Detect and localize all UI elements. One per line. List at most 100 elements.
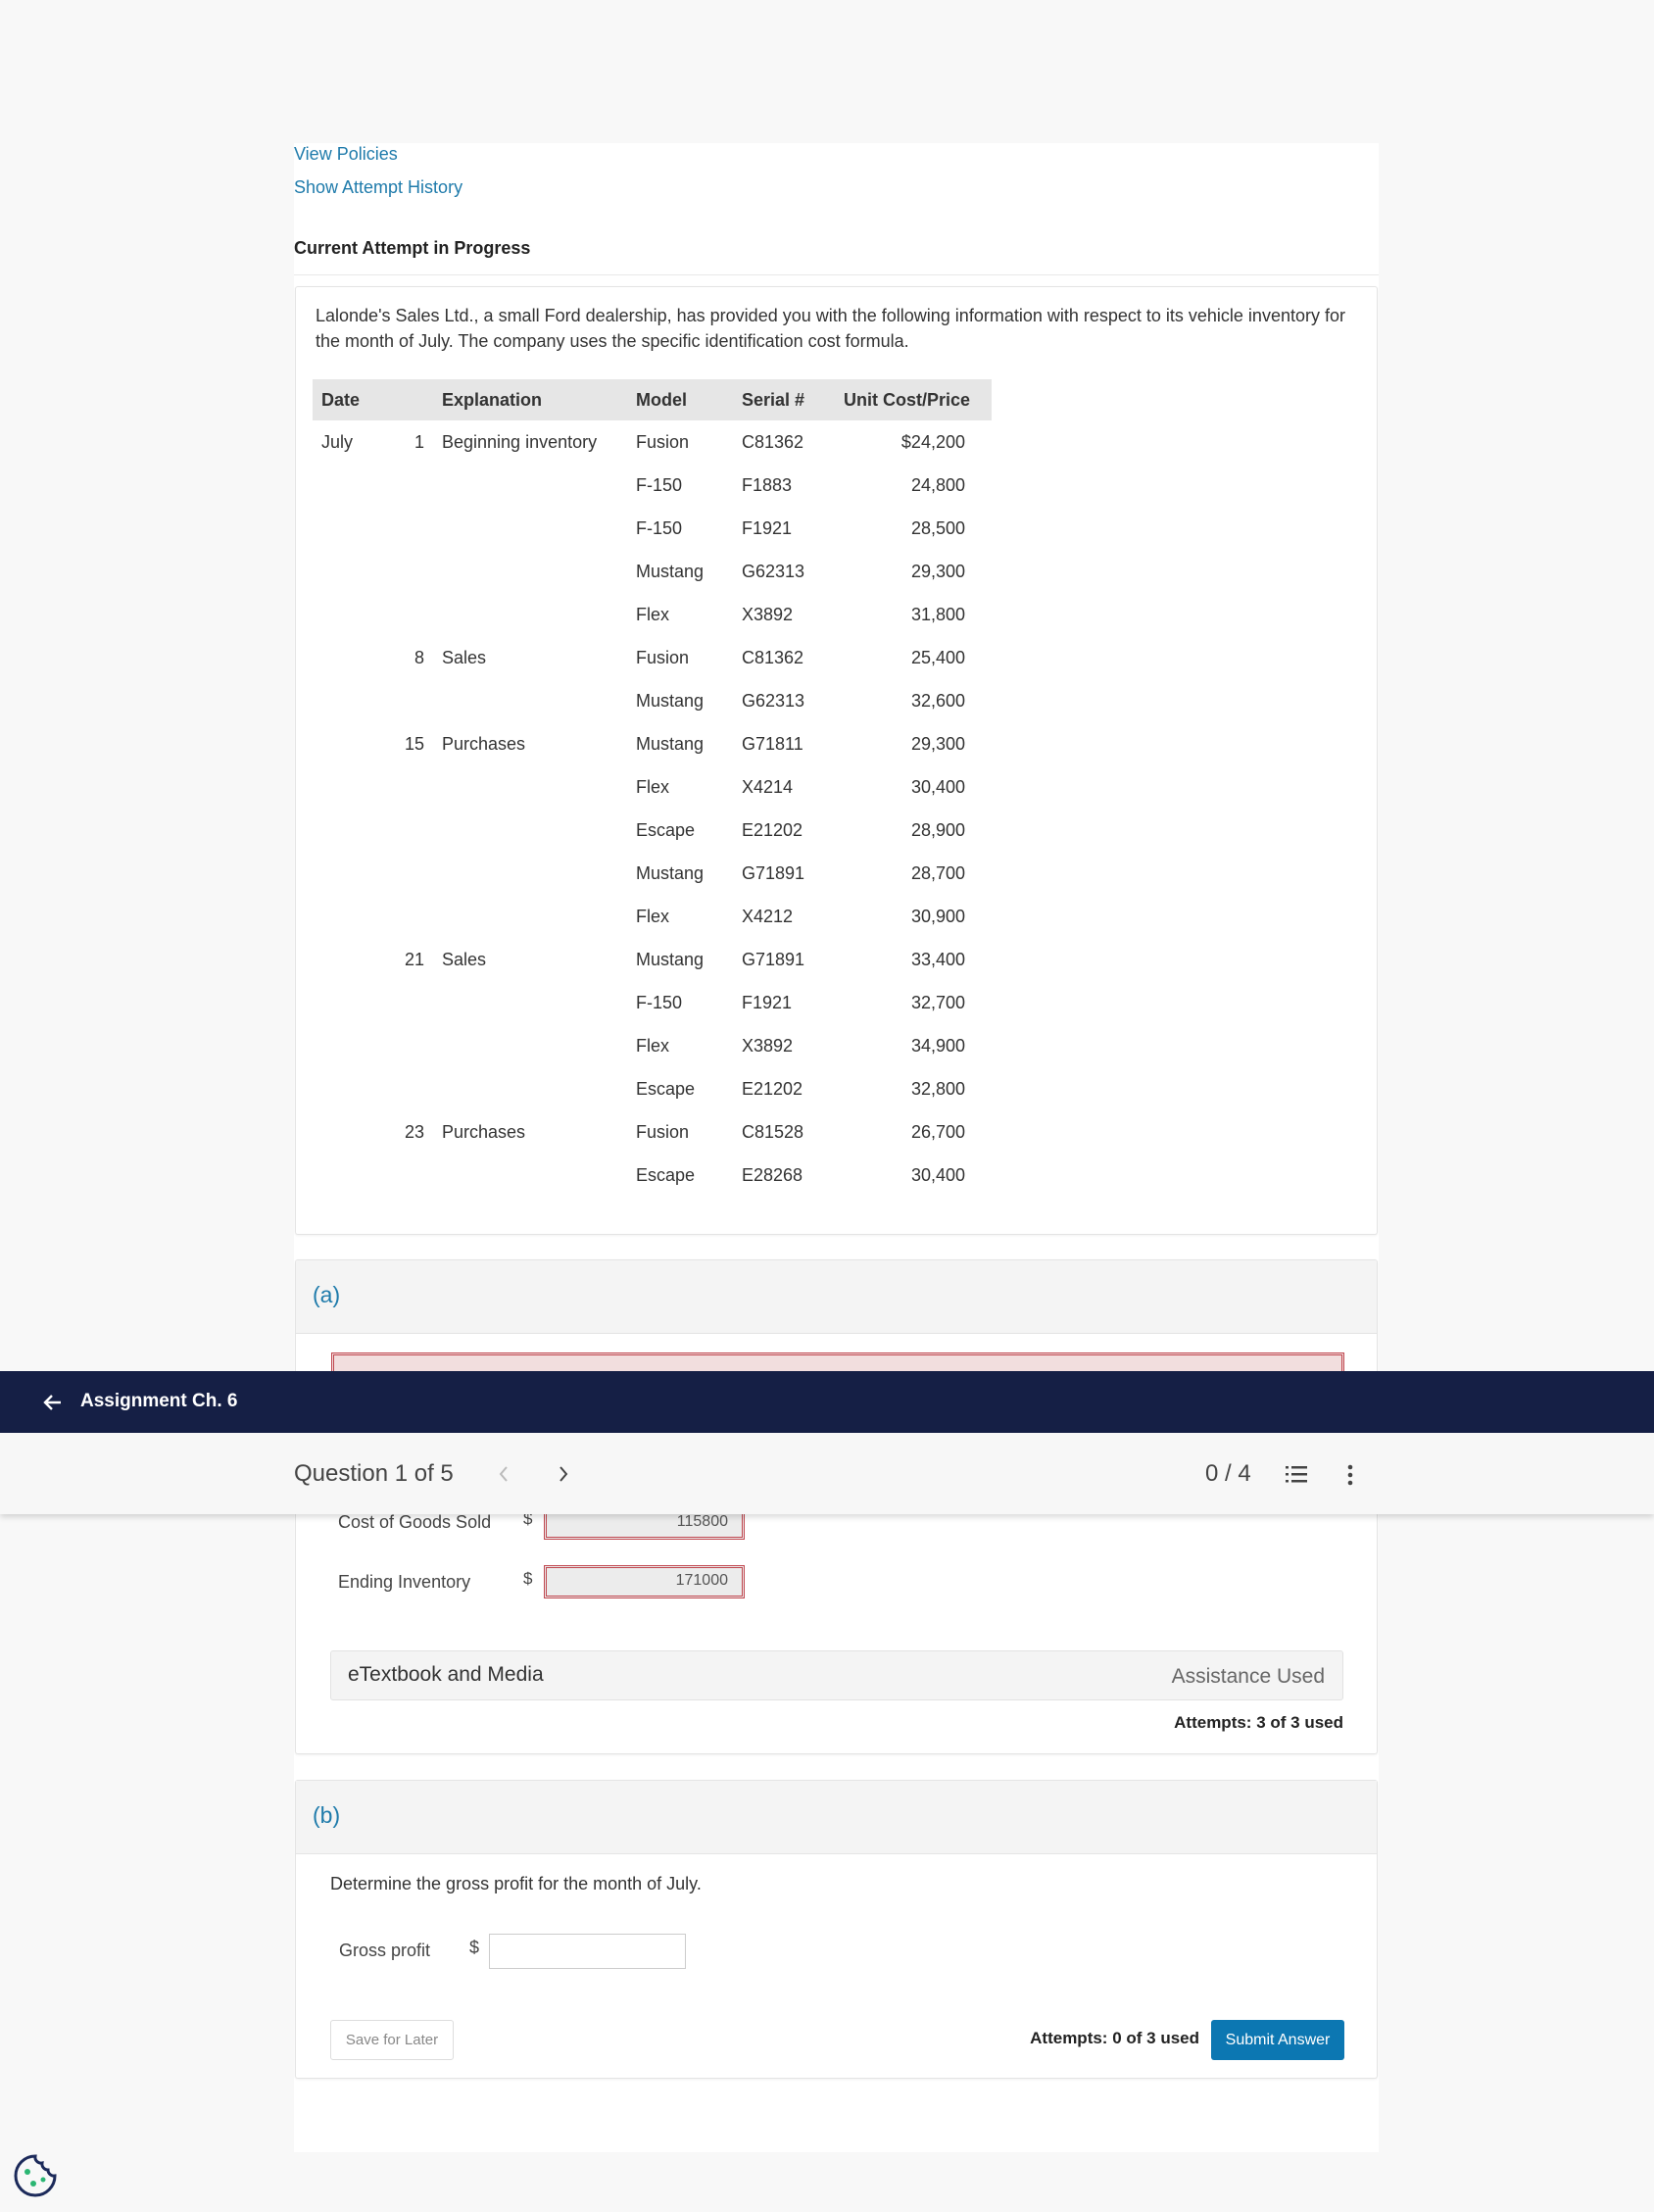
ending-inventory-label: Ending Inventory: [338, 1572, 471, 1592]
chevron-left-icon[interactable]: [498, 1464, 510, 1484]
row-serial: F1921: [742, 517, 793, 538]
row-explanation: [433, 1024, 627, 1067]
row-model: Fusion: [636, 647, 690, 667]
row-explanation: [433, 1154, 627, 1197]
gross-profit-input[interactable]: [489, 1934, 686, 1969]
row-explanation: Sales: [442, 647, 487, 667]
row-model: Fusion: [636, 431, 690, 452]
row-explanation: [433, 464, 627, 507]
ending-inventory-input[interactable]: 171000: [544, 1565, 745, 1598]
row-serial: X4214: [742, 776, 794, 797]
row-unit-cost: 30,400: [910, 776, 965, 797]
col-explanation: Explanation: [433, 379, 627, 420]
row-unit-cost: 31,800: [910, 604, 965, 624]
row-model: Escape: [636, 819, 696, 840]
row-serial: G62313: [742, 690, 805, 711]
row-month: [313, 1067, 364, 1110]
row-day: 21: [404, 949, 424, 969]
row-explanation: [433, 981, 627, 1024]
more-vertical-icon[interactable]: [1346, 1464, 1354, 1486]
row-unit-cost: 34,900: [910, 1035, 965, 1056]
row-month: [313, 938, 364, 981]
row-explanation: [433, 507, 627, 550]
table-row: 21 Sales Mustang G71891 33,400: [313, 938, 992, 981]
row-day: [364, 981, 433, 1024]
row-model: Fusion: [636, 1121, 690, 1142]
row-month: [313, 593, 364, 636]
row-unit-cost: 26,700: [910, 1121, 965, 1142]
row-unit-cost: 32,800: [910, 1078, 965, 1099]
arrow-left-icon[interactable]: [43, 1393, 63, 1412]
row-month: [313, 507, 364, 550]
etextbook-panel[interactable]: eTextbook and Media Assistance Used: [330, 1650, 1343, 1700]
list-icon[interactable]: [1286, 1464, 1307, 1484]
gross-profit-label: Gross profit: [339, 1941, 431, 1960]
table-row: July 1 Beginning inventory Fusion C81362 $24,…: [313, 420, 992, 464]
row-day: 15: [404, 733, 424, 754]
table-row: F-150 F1883 24,800: [313, 464, 992, 507]
show-attempt-history-link[interactable]: Show Attempt History: [294, 177, 462, 198]
row-day: [364, 765, 433, 809]
submit-answer-button[interactable]: Submit Answer: [1211, 2020, 1344, 2060]
cookie-icon[interactable]: [12, 2152, 59, 2199]
row-unit-cost: 32,700: [910, 992, 965, 1012]
table-row: Escape E21202 28,900: [313, 809, 992, 852]
row-day: [364, 1067, 433, 1110]
row-serial: F1883: [742, 474, 793, 495]
row-model: Mustang: [636, 690, 705, 711]
row-month: [313, 765, 364, 809]
part-b-card: (b) Determine the gross profit for the m…: [295, 1780, 1378, 2079]
question-counter: Question 1 of 5: [294, 1460, 454, 1487]
row-unit-cost: 28,900: [910, 819, 965, 840]
row-day: [364, 550, 433, 593]
save-for-later-button[interactable]: Save for Later: [330, 2020, 454, 2060]
row-month: [313, 895, 364, 938]
row-unit-cost: 32,600: [910, 690, 965, 711]
row-unit-cost: 30,400: [910, 1164, 965, 1185]
row-month: [313, 550, 364, 593]
problem-card: Lalonde's Sales Ltd., a small Ford deale…: [295, 286, 1378, 1235]
chevron-right-icon[interactable]: [558, 1464, 569, 1484]
row-serial: G71891: [742, 949, 805, 969]
row-month: [313, 981, 364, 1024]
table-row: Mustang G71891 28,700: [313, 852, 992, 895]
row-explanation: Beginning inventory: [442, 431, 598, 452]
row-model: F-150: [636, 992, 683, 1012]
row-month: July: [321, 431, 354, 452]
row-unit-cost: 29,300: [910, 561, 965, 581]
row-unit-cost: 29,300: [910, 733, 965, 754]
row-model: Escape: [636, 1078, 696, 1099]
part-a-label: (a): [296, 1260, 1377, 1334]
row-unit-cost: 25,400: [910, 647, 965, 667]
row-serial: X3892: [742, 604, 794, 624]
row-serial: G62313: [742, 561, 805, 581]
row-explanation: [433, 765, 627, 809]
assistance-used: Assistance Used: [1171, 1665, 1325, 1688]
row-unit-cost: 30,900: [910, 906, 965, 926]
view-policies-link[interactable]: View Policies: [294, 144, 398, 165]
assignment-title[interactable]: Assignment Ch. 6: [80, 1391, 237, 1412]
row-month: [313, 636, 364, 679]
row-day: 8: [414, 647, 424, 667]
gross-currency: $: [469, 1938, 480, 1957]
table-row: Flex X4214 30,400: [313, 765, 992, 809]
row-explanation: [433, 679, 627, 722]
row-explanation: Purchases: [442, 733, 526, 754]
row-serial: G71811: [742, 733, 803, 754]
row-day: [364, 464, 433, 507]
row-explanation: [433, 1067, 627, 1110]
row-serial: E21202: [742, 819, 803, 840]
row-day: [364, 507, 433, 550]
row-serial: G71891: [742, 862, 805, 883]
table-row: Flex X3892 31,800: [313, 593, 992, 636]
row-unit-cost: 28,500: [910, 517, 965, 538]
row-explanation: Sales: [442, 949, 487, 969]
row-day: [364, 1024, 433, 1067]
row-explanation: Purchases: [442, 1121, 526, 1142]
table-row: Escape E28268 30,400: [313, 1154, 992, 1197]
row-month: [313, 1154, 364, 1197]
row-day: [364, 1154, 433, 1197]
table-row: F-150 F1921 28,500: [313, 507, 992, 550]
table-row: 23 Purchases Fusion C81528 26,700: [313, 1110, 992, 1154]
divider: [294, 274, 1379, 275]
